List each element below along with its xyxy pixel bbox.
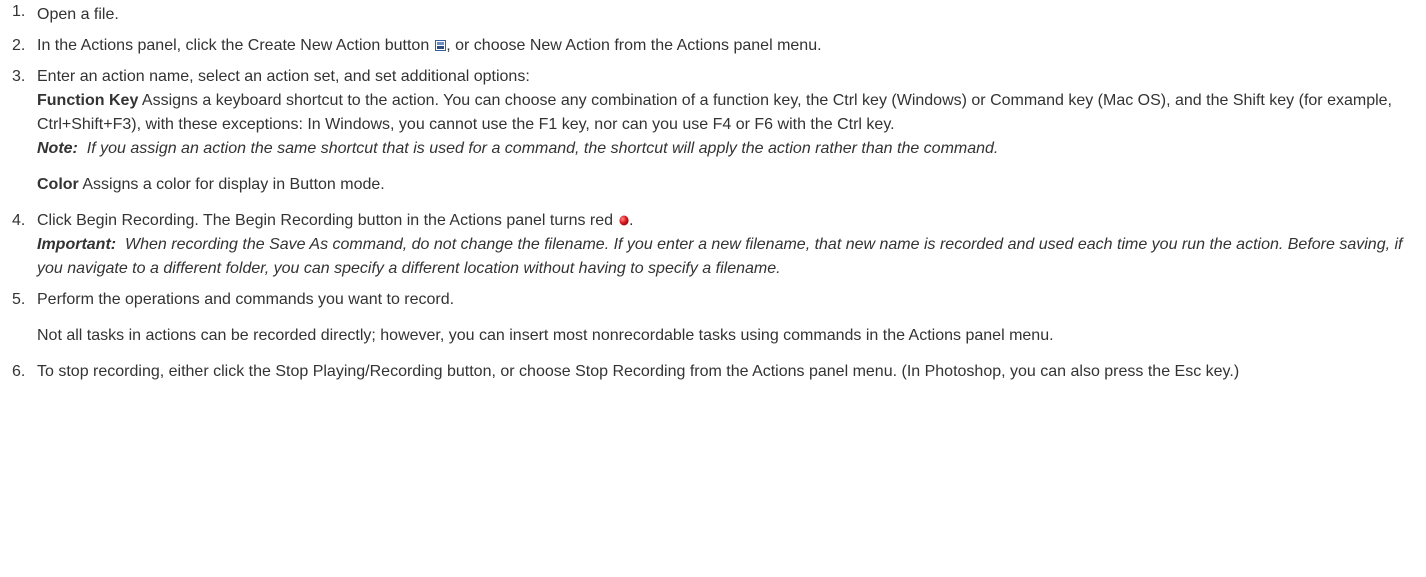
step-text-cont: , or choose New Action from the Actions … xyxy=(446,37,822,54)
option-description: Assigns a color for display in Button mo… xyxy=(82,176,385,193)
record-icon xyxy=(619,210,629,226)
note: Note: If you assign an action the same s… xyxy=(37,137,1418,161)
step-intro: Enter an action name, select an action s… xyxy=(37,68,530,85)
instruction-steps: 1. Open a file. 2. In the Actions panel,… xyxy=(0,0,1426,384)
step-text: Open a file. xyxy=(37,6,119,23)
step-number: 2. xyxy=(12,37,26,54)
step-5: 5. Perform the operations and commands y… xyxy=(0,288,1426,348)
option-term: Color xyxy=(37,176,79,193)
step-3: 3. Enter an action name, select an actio… xyxy=(0,65,1426,197)
step-number: 6. xyxy=(12,363,26,380)
option-description: Assigns a keyboard shortcut to the actio… xyxy=(37,92,1392,133)
step-text: To stop recording, either click the Stop… xyxy=(37,363,1240,380)
important-note: Important: When recording the Save As co… xyxy=(37,233,1418,281)
step-2: 2. In the Actions panel, click the Creat… xyxy=(0,34,1426,58)
note-text: If you assign an action the same shortcu… xyxy=(86,140,999,157)
step-1: 1. Open a file. xyxy=(0,0,1426,27)
step-text-cont: . xyxy=(629,212,634,229)
step-extra: Not all tasks in actions can be recorded… xyxy=(37,327,1054,344)
step-6: 6. To stop recording, either click the S… xyxy=(0,360,1426,384)
step-text: In the Actions panel, click the Create N… xyxy=(37,37,430,54)
step-text: Perform the operations and commands you … xyxy=(37,291,455,308)
option-color: Color Assigns a color for display in But… xyxy=(37,173,1418,197)
option-function-key: Function Key Assigns a keyboard shortcut… xyxy=(37,89,1418,137)
important-label: Important: xyxy=(37,236,117,253)
step-number: 1. xyxy=(12,3,26,20)
new-action-icon xyxy=(435,35,447,51)
step-text: Click Begin Recording. The Begin Recordi… xyxy=(37,212,614,229)
step-number: 3. xyxy=(12,68,26,85)
important-text: When recording the Save As command, do n… xyxy=(37,236,1403,277)
step-number: 5. xyxy=(12,291,26,308)
option-term: Function Key xyxy=(37,92,139,109)
step-4: 4. Click Begin Recording. The Begin Reco… xyxy=(0,209,1426,281)
step-number: 4. xyxy=(12,212,26,229)
note-label: Note: xyxy=(37,140,78,157)
step-text-line: Click Begin Recording. The Begin Recordi… xyxy=(37,209,1418,233)
